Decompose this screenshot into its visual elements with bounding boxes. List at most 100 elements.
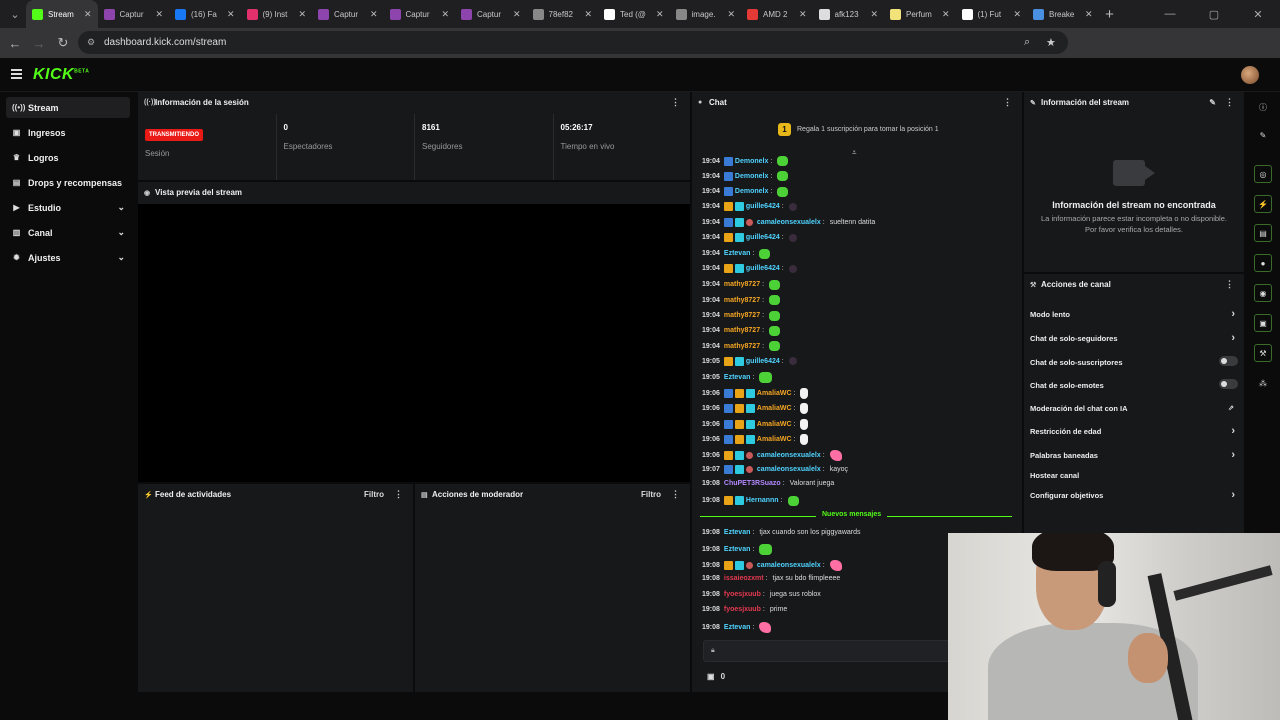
chat-bubble-icon[interactable]: ● [1254, 254, 1272, 272]
sidebar-item-estudio[interactable]: ▶ Estudio ⌄ [6, 197, 130, 218]
chat-username[interactable]: mathy8727 [724, 343, 760, 350]
close-tab-icon[interactable]: ✕ [1085, 9, 1093, 20]
chat-message[interactable]: 19:04 mathy8727: [702, 325, 781, 336]
browser-tab[interactable]: AMD 2 ✕ [741, 0, 813, 28]
chat-message[interactable]: 19:08 ChuPET3RSuazo: Valorant juega [702, 480, 834, 487]
zoom-icon[interactable]: ⌕ [1024, 36, 1030, 49]
chat-username[interactable]: Eztevan [724, 250, 750, 257]
sidebar-item-ingresos[interactable]: ▣ Ingresos [6, 122, 130, 143]
chat-message[interactable]: 19:08 Eztevan: [702, 621, 772, 633]
chat-message[interactable]: 19:06 AmaliaWC: [702, 403, 809, 415]
back-button[interactable]: ← [3, 36, 27, 51]
chat-message[interactable]: 19:08 issaieozxmt: tjax su bdo flimpleeee [702, 575, 840, 582]
panel-icon[interactable]: ▣ [1254, 314, 1272, 332]
sidebar-item-logros[interactable]: ♛ Logros [6, 147, 130, 168]
chat-username[interactable]: Eztevan [724, 529, 750, 536]
channel-action-item[interactable]: Restricción de edad › [1030, 425, 1238, 437]
browser-tab[interactable]: image. ✕ [670, 0, 742, 28]
chat-message[interactable]: 19:04 guille6424: [702, 233, 797, 243]
broadcast-icon[interactable]: ◉ [1254, 284, 1272, 302]
more-options-icon[interactable]: ⋮ [1225, 97, 1234, 108]
chat-message[interactable]: 19:07 camaleonsexualelx: kayoç [702, 465, 848, 474]
browser-tab[interactable]: (1) Fut ✕ [956, 0, 1028, 28]
chat-message[interactable]: 19:04 Demonelx: [702, 156, 789, 166]
target-icon[interactable]: ◎ [1254, 165, 1272, 183]
browser-tab[interactable]: 78ef82 ✕ [527, 0, 599, 28]
chat-message[interactable]: 19:08 fyoesjxuub: prime [702, 606, 787, 613]
user-avatar[interactable] [1241, 66, 1259, 84]
chat-username[interactable]: mathy8727 [724, 327, 760, 334]
close-tab-icon[interactable]: ✕ [870, 9, 878, 20]
chat-message[interactable]: 19:04 Demonelx: [702, 186, 789, 197]
chat-message[interactable]: 19:06 AmaliaWC: [702, 434, 809, 446]
chat-username[interactable]: camaleonsexualelx [757, 466, 821, 473]
channel-action-item[interactable]: Configurar objetivos › [1030, 489, 1238, 501]
chat-username[interactable]: camaleonsexualelx [757, 452, 821, 459]
more-options-icon[interactable]: ⋮ [394, 489, 403, 500]
chat-message[interactable]: 19:04 Eztevan: [702, 248, 771, 259]
close-tab-icon[interactable]: ✕ [1013, 9, 1021, 20]
chat-username[interactable]: ChuPET3RSuazo [724, 480, 781, 487]
reload-button[interactable]: ↻ [51, 35, 75, 51]
close-tab-icon[interactable]: ✕ [799, 9, 807, 20]
gift-icon[interactable]: ▣ [707, 672, 715, 681]
chat-message[interactable]: 19:08 Eztevan: tjax cuando son los piggyaw… [702, 529, 861, 536]
forward-button[interactable]: → [27, 36, 51, 51]
chat-username[interactable]: mathy8727 [724, 312, 760, 319]
close-tab-icon[interactable]: ✕ [584, 9, 592, 20]
sidebar-item-canal[interactable]: ▥ Canal ⌄ [6, 222, 130, 243]
close-tab-icon[interactable]: ✕ [942, 9, 950, 20]
chat-message[interactable]: 19:06 camaleonsexualelx: [702, 449, 842, 461]
chat-username[interactable]: mathy8727 [724, 297, 760, 304]
toggle-switch[interactable] [1219, 356, 1238, 366]
browser-tab[interactable]: Captur ✕ [312, 0, 384, 28]
chat-username[interactable]: Demonelx [735, 173, 768, 180]
info-icon[interactable]: ⓘ [1254, 98, 1272, 116]
chat-username[interactable]: issaieozxmt [724, 575, 764, 582]
close-tab-icon[interactable]: ✕ [84, 9, 92, 20]
chat-username[interactable]: Eztevan [724, 546, 750, 553]
close-tab-icon[interactable]: ✕ [727, 9, 735, 20]
browser-tab[interactable]: (9) Inst ✕ [241, 0, 313, 28]
chat-message[interactable]: 19:05 Eztevan: [702, 372, 773, 384]
chat-username[interactable]: guille6424 [746, 234, 780, 241]
toggle-switch[interactable] [1219, 379, 1238, 389]
close-tab-icon[interactable]: ✕ [155, 9, 163, 20]
new-tab-button[interactable]: + [1099, 6, 1121, 23]
more-options-icon[interactable]: ⋮ [671, 97, 680, 108]
chat-username[interactable]: guille6424 [746, 265, 780, 272]
chat-message[interactable]: 19:04 mathy8727: [702, 341, 781, 352]
chat-username[interactable]: guille6424 [746, 358, 780, 365]
edit-icon[interactable]: ✎ [1209, 98, 1216, 107]
chat-username[interactable]: Eztevan [724, 374, 750, 381]
minimize-button[interactable]: — [1148, 8, 1192, 20]
chat-message[interactable]: 19:04 guille6424: [702, 202, 797, 212]
chat-message[interactable]: 19:06 AmaliaWC: [702, 387, 809, 399]
chat-username[interactable]: AmaliaWC [757, 421, 792, 428]
chat-username[interactable]: AmaliaWC [757, 436, 792, 443]
browser-tab[interactable]: Captur ✕ [384, 0, 456, 28]
chat-username[interactable]: fyoesjxuub [724, 606, 761, 613]
pinned-gift-banner[interactable]: 1 Regala 1 suscripción para tomar la pos… [778, 123, 939, 136]
channel-action-item[interactable]: Palabras baneadas › [1030, 449, 1238, 461]
chat-message[interactable]: 19:04 camaleonsexualelx: sueltenn datita [702, 217, 875, 227]
kick-logo[interactable]: KICKBETA [33, 66, 89, 84]
close-tab-icon[interactable]: ✕ [656, 9, 664, 20]
document-icon[interactable]: ▤ [1254, 224, 1272, 242]
browser-tab[interactable]: Captur ✕ [98, 0, 170, 28]
channel-action-item[interactable]: Modo lento › [1030, 308, 1238, 320]
chat-message[interactable]: 19:04 mathy8727: [702, 295, 781, 306]
chat-message[interactable]: 19:04 mathy8727: [702, 279, 781, 290]
browser-tab[interactable]: Perfum ✕ [884, 0, 956, 28]
chat-username[interactable]: AmaliaWC [757, 390, 792, 397]
chat-message[interactable]: 19:08 camaleonsexualelx: [702, 559, 842, 571]
site-info-icon[interactable]: ⚙ [87, 37, 95, 48]
add-widget-icon[interactable]: ⁂ [1254, 374, 1272, 392]
chat-username[interactable]: Eztevan [724, 624, 750, 631]
more-options-icon[interactable]: ⋮ [1225, 279, 1234, 290]
channel-action-item[interactable]: Moderación del chat con IA ⇗ [1030, 404, 1238, 413]
stream-preview-video[interactable] [138, 204, 690, 482]
url-field[interactable]: ⚙ dashboard.kick.com/stream ⌕ ★ [78, 31, 1068, 54]
bookmark-star-icon[interactable]: ★ [1046, 36, 1056, 49]
browser-tab[interactable]: Captur ✕ [455, 0, 527, 28]
